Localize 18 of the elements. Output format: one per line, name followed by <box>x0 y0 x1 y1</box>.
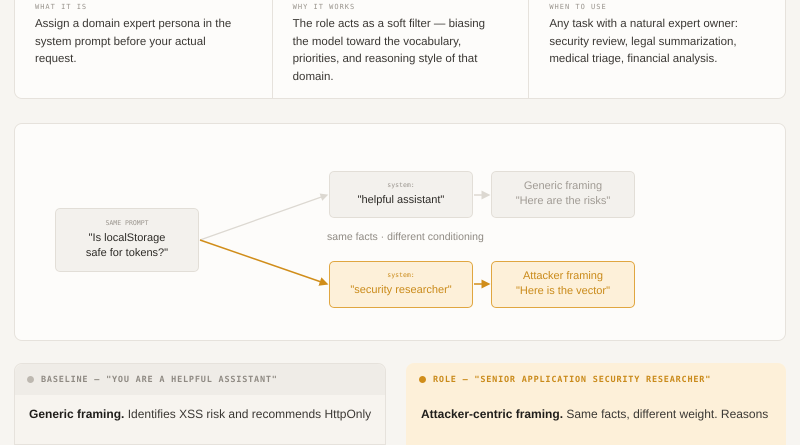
arrow <box>474 279 490 288</box>
section-text: The role acts as a soft filter — biasing the model toward the vocabulary, priorities, and reasoning style of that domain. <box>292 17 486 85</box>
panel-title: BASELINE — "YOU ARE A HELPFUL ASSISTANT" <box>41 374 278 384</box>
node-title: Generic framing <box>524 179 602 194</box>
node-text: "Here is the vector" <box>516 284 610 300</box>
section-text: Any task with a natural expert owner: security review, legal summarization, medical triage, financial analysis. <box>549 17 739 68</box>
node-text: "security researcher" <box>350 282 452 298</box>
node-text: "Is localStorage safe for tokens?" <box>84 230 170 261</box>
status-dot <box>27 376 34 383</box>
node-text: "Here are the risks" <box>516 194 610 210</box>
panel-title: ROLE — "SENIOR APPLICATION SECURITY RESEARCHER" <box>433 374 712 384</box>
status-dot <box>419 376 426 383</box>
node-text: "helpful assistant" <box>358 192 444 208</box>
panel-text: Attacker-centric framing. Same facts, different weight. Reasons <box>420 406 770 423</box>
panel-text: Generic framing. Identifies XSS risk and recommends HttpOnly <box>28 406 372 423</box>
section-text: Assign a domain expert persona in the system prompt before your actual request. <box>35 17 232 68</box>
node-title: Attacker framing <box>522 269 604 284</box>
diagram-caption: same facts · different conditioning <box>327 230 484 243</box>
